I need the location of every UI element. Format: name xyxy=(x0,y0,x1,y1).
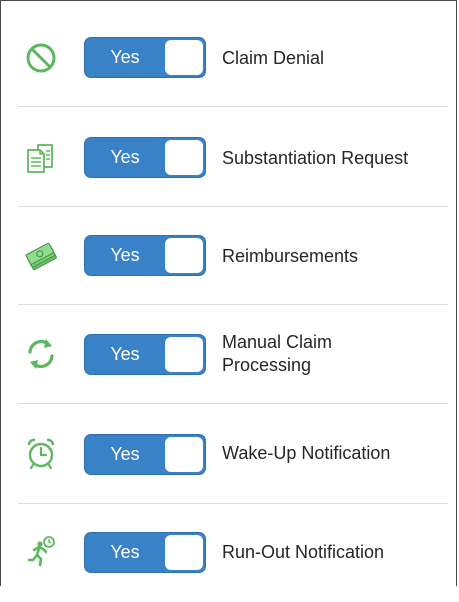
running-person-clock-icon xyxy=(23,533,59,569)
run-out-notification-label: Run-Out Notification xyxy=(222,542,385,562)
manual-claim-processing-toggle[interactable]: Yes xyxy=(84,334,206,375)
toggle-label: Yes xyxy=(110,245,140,265)
notification-settings-panel: Yes Claim Denial Yes Substantiation Requ… xyxy=(0,0,457,586)
toggle-knob xyxy=(165,437,203,472)
refresh-icon xyxy=(23,336,59,372)
claim-denial-label: Claim Denial xyxy=(222,48,325,68)
manual-claim-processing-label: Manual Claim Processing xyxy=(222,332,333,375)
toggle-label: Yes xyxy=(110,542,140,562)
documents-icon xyxy=(23,140,59,176)
toggle-label: Yes xyxy=(110,444,140,464)
toggle-label: Yes xyxy=(110,47,140,67)
substantiation-request-toggle[interactable]: Yes xyxy=(84,137,206,178)
toggle-label: Yes xyxy=(110,344,140,364)
run-out-notification-toggle[interactable]: Yes xyxy=(84,532,206,573)
toggle-knob xyxy=(165,40,203,75)
reimbursements-toggle[interactable]: Yes xyxy=(84,235,206,276)
notification-row-reimbursements: Yes Reimbursements xyxy=(1,207,456,305)
toggle-knob xyxy=(165,337,203,372)
prohibited-icon xyxy=(23,40,59,76)
claim-denial-toggle[interactable]: Yes xyxy=(84,37,206,78)
notification-row-wake-up-notification: Yes Wake-Up Notification xyxy=(1,406,456,504)
notification-row-run-out-notification: Yes Run-Out Notification xyxy=(1,504,456,602)
notification-row-claim-denial: Yes Claim Denial xyxy=(1,9,456,107)
alarm-clock-icon xyxy=(23,435,59,471)
wake-up-notification-toggle[interactable]: Yes xyxy=(84,434,206,475)
toggle-knob xyxy=(165,238,203,273)
notification-row-manual-claim-processing: Yes Manual Claim Processing xyxy=(1,306,456,404)
money-stack-icon xyxy=(23,238,59,274)
wake-up-notification-label: Wake-Up Notification xyxy=(222,443,391,463)
toggle-label: Yes xyxy=(110,147,140,167)
toggle-knob xyxy=(165,140,203,175)
substantiation-request-label: Substantiation Request xyxy=(222,148,409,168)
toggle-knob xyxy=(165,535,203,570)
notification-row-substantiation-request: Yes Substantiation Request xyxy=(1,109,456,207)
reimbursements-label: Reimbursements xyxy=(222,246,359,266)
